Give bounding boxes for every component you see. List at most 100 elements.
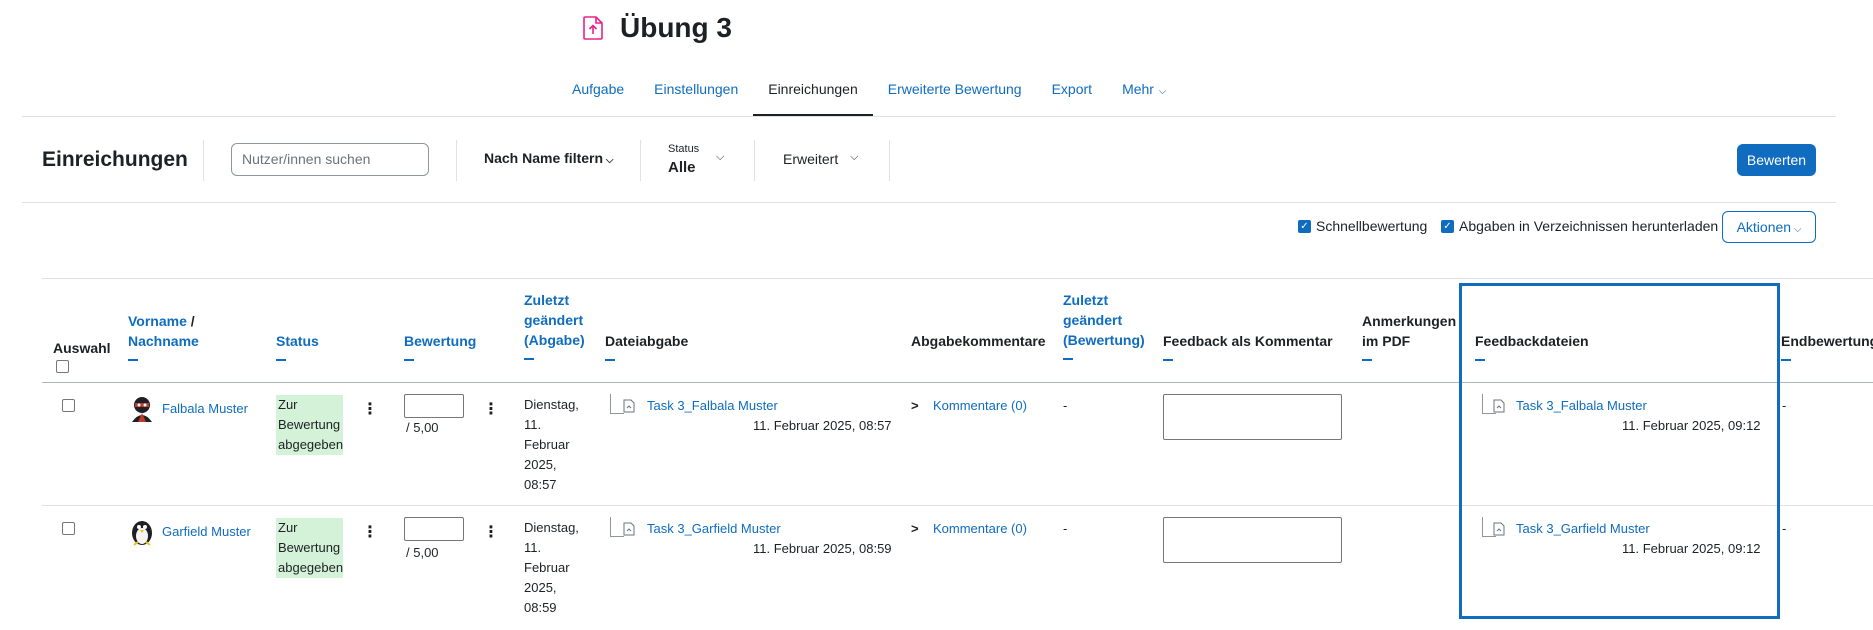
header-label-line: Anmerkungen — [1362, 313, 1457, 329]
modified-date: Dienstag, 11. Februar 2025, 08:57 — [524, 395, 579, 495]
actions-dropdown[interactable]: Aktionen ⌵ — [1722, 211, 1816, 243]
header-label-line: geändert — [1063, 312, 1123, 328]
sort-dash-icon — [128, 359, 138, 361]
header-submission-comments: Abgabekommentare — [911, 331, 1046, 351]
grade-modified: - — [1063, 398, 1068, 413]
chevron-down-icon: ⌵ — [1791, 224, 1802, 235]
name-filter-dropdown[interactable]: Nach Name filtern ⌵ — [484, 150, 613, 166]
tree-branch — [610, 394, 624, 414]
grade-modified: - — [1063, 521, 1068, 536]
tab-mehr[interactable]: Mehr ⌵ — [1107, 70, 1181, 116]
header-label-line: geändert — [524, 312, 584, 328]
file-date: 11. Februar 2025, 08:57 — [753, 418, 892, 433]
header-final-grade-label: Endbewertung — [1781, 333, 1873, 349]
header-grade[interactable]: Bewertung — [404, 331, 476, 361]
quick-grading-option[interactable]: ✓ Schnellbewertung — [1298, 218, 1427, 234]
header-submission-comments-label: Abgabekommentare — [911, 333, 1046, 349]
expand-chevron-icon[interactable]: > — [911, 519, 919, 539]
status-filter-dropdown[interactable]: Alle — [668, 159, 696, 176]
file-link[interactable]: Task 3_Garfield Muster — [647, 519, 781, 539]
header-final-grade: Endbewertung — [1781, 331, 1873, 361]
table-top-border — [42, 278, 1873, 279]
user-name-link[interactable]: Garfield Muster — [162, 522, 251, 542]
final-grade: - — [1782, 521, 1787, 536]
avatar[interactable] — [129, 518, 155, 546]
avatar[interactable] — [129, 395, 155, 423]
section-title: Einreichungen — [42, 148, 188, 171]
grade-button[interactable]: Bewerten — [1737, 144, 1816, 176]
highlight-box — [1459, 283, 1780, 619]
assignment-upload-icon — [583, 16, 603, 40]
header-feedback-comment-label: Feedback als Kommentar — [1163, 333, 1333, 349]
divider — [640, 140, 641, 181]
status-menu-icon[interactable]: ⋮ — [362, 400, 378, 420]
sort-dash-icon — [1362, 359, 1372, 361]
sort-dash-icon — [1063, 358, 1073, 360]
quick-grading-checkbox[interactable]: ✓ — [1298, 219, 1311, 233]
divider — [889, 140, 890, 181]
grade-menu-icon[interactable]: ⋮ — [483, 400, 499, 420]
status-line: abgegeben — [278, 437, 344, 452]
file-icon — [623, 399, 635, 413]
date-line: Februar — [524, 560, 570, 575]
header-status[interactable]: Status — [276, 331, 319, 361]
tab-einstellungen[interactable]: Einstellungen — [639, 70, 753, 116]
expand-chevron-icon[interactable]: > — [911, 396, 919, 416]
tab-einreichungen[interactable]: Einreichungen — [753, 70, 873, 116]
file-link[interactable]: Task 3_Falbala Muster — [647, 396, 778, 416]
comments-link[interactable]: Kommentare (0) — [933, 396, 1027, 416]
quick-grading-label: Schnellbewertung — [1316, 218, 1428, 234]
tab-export[interactable]: Export — [1037, 70, 1107, 116]
divider — [203, 140, 204, 181]
advanced-filter-dropdown[interactable]: Erweitert — [783, 151, 838, 167]
sort-dash-icon — [1163, 359, 1173, 361]
sort-dash-icon — [524, 358, 534, 360]
status-badge: Zur Bewertung abgegeben — [276, 395, 343, 455]
grade-max: / 5,00 — [406, 420, 439, 435]
divider — [456, 140, 457, 181]
sort-dash-icon — [276, 359, 286, 361]
chevron-down-icon: ⌵ — [850, 151, 859, 163]
date-line: 2025, — [524, 457, 557, 472]
date-line: 11. — [524, 540, 542, 555]
toolbar-divider — [22, 202, 1836, 203]
row-select-checkbox[interactable] — [62, 522, 75, 535]
header-annotations: Anmerkungen im PDF — [1362, 311, 1456, 361]
sort-firstname-link[interactable]: Vorname — [128, 313, 187, 329]
status-line: Zur — [278, 520, 298, 535]
file-date: 11. Februar 2025, 08:59 — [753, 541, 892, 556]
header-modified-submission[interactable]: Zuletzt geändert (Abgabe) — [524, 290, 585, 360]
final-grade: - — [1782, 398, 1787, 413]
download-folders-checkbox[interactable]: ✓ — [1441, 219, 1454, 233]
feedback-comment-textarea[interactable] — [1163, 517, 1342, 563]
nav-divider — [22, 116, 1836, 117]
header-modified-grade[interactable]: Zuletzt geändert (Bewertung) — [1063, 290, 1145, 360]
status-menu-icon[interactable]: ⋮ — [362, 523, 378, 543]
status-line: abgegeben — [278, 560, 344, 575]
tab-erweiterte-bewertung[interactable]: Erweiterte Bewertung — [873, 70, 1037, 116]
sort-lastname-link[interactable]: Nachname — [128, 333, 199, 349]
grade-input[interactable] — [404, 517, 464, 541]
grade-menu-icon[interactable]: ⋮ — [483, 523, 499, 543]
date-line: 08:57 — [524, 477, 557, 492]
row-select-checkbox[interactable] — [62, 399, 75, 412]
select-all-checkbox[interactable] — [56, 360, 69, 373]
header-grade-label: Bewertung — [404, 333, 477, 349]
chevron-down-icon: ⌵ — [1155, 86, 1167, 97]
tab-mehr-label: Mehr — [1122, 81, 1154, 97]
user-name-link[interactable]: Falbala Muster — [162, 399, 248, 419]
search-input[interactable]: Nutzer/innen suchen — [231, 143, 429, 176]
download-folders-option[interactable]: ✓ Abgaben in Verzeichnissen herunterlade… — [1441, 218, 1718, 234]
secondary-navigation: Aufgabe Einstellungen Einreichungen Erwe… — [557, 70, 1181, 116]
grade-input[interactable] — [404, 394, 464, 418]
download-folders-label: Abgaben in Verzeichnissen herunterladen — [1459, 218, 1719, 234]
header-file-submission: Dateiabgabe — [605, 331, 688, 361]
header-label-line: Zuletzt — [1063, 292, 1109, 308]
comments-link[interactable]: Kommentare (0) — [933, 519, 1027, 539]
sort-dash-icon — [404, 359, 414, 361]
tab-aufgabe[interactable]: Aufgabe — [557, 70, 639, 116]
chevron-down-icon: ⌵ — [603, 155, 614, 166]
feedback-comment-textarea[interactable] — [1163, 394, 1342, 440]
status-filter-label: Status — [668, 143, 700, 155]
sort-dash-icon — [1781, 359, 1791, 361]
